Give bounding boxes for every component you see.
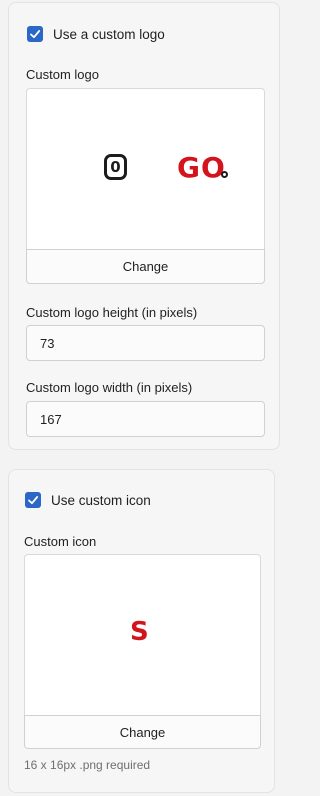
use-custom-icon-row[interactable]: Use custom icon (25, 492, 151, 508)
custom-logo-preview: 0 GO (26, 88, 265, 249)
custom-icon-caption: Custom icon (24, 534, 97, 549)
custom-icon-card: Use custom icon Custom icon S Change 16 … (8, 469, 275, 793)
custom-icon-preview: S (24, 554, 261, 715)
logo-dot (221, 171, 228, 178)
checkmark-icon (28, 496, 39, 505)
logo-mark-dark: 0 (104, 154, 127, 180)
logo-image: 0 GO (104, 149, 228, 189)
use-custom-icon-checkbox[interactable] (25, 492, 41, 508)
use-custom-logo-row[interactable]: Use a custom logo (27, 26, 165, 42)
logo-width-input[interactable]: 167 (26, 401, 265, 437)
logo-height-label: Custom logo height (in pixels) (26, 305, 198, 320)
logo-height-input[interactable]: 73 (26, 325, 265, 361)
use-custom-icon-label: Use custom icon (51, 492, 151, 508)
custom-logo-caption: Custom logo (26, 67, 99, 82)
logo-mark-red: GO (177, 151, 226, 184)
icon-requirement-hint: 16 x 16px .png required (24, 758, 151, 772)
checkmark-icon (30, 30, 41, 39)
change-icon-button[interactable]: Change (24, 715, 261, 749)
custom-logo-card: Use a custom logo Custom logo 0 GO Chang… (8, 2, 280, 450)
change-logo-button[interactable]: Change (26, 249, 265, 284)
icon-image: S (130, 617, 149, 647)
use-custom-logo-checkbox[interactable] (27, 26, 43, 42)
logo-width-label: Custom logo width (in pixels) (26, 380, 193, 395)
use-custom-logo-label: Use a custom logo (53, 26, 165, 42)
